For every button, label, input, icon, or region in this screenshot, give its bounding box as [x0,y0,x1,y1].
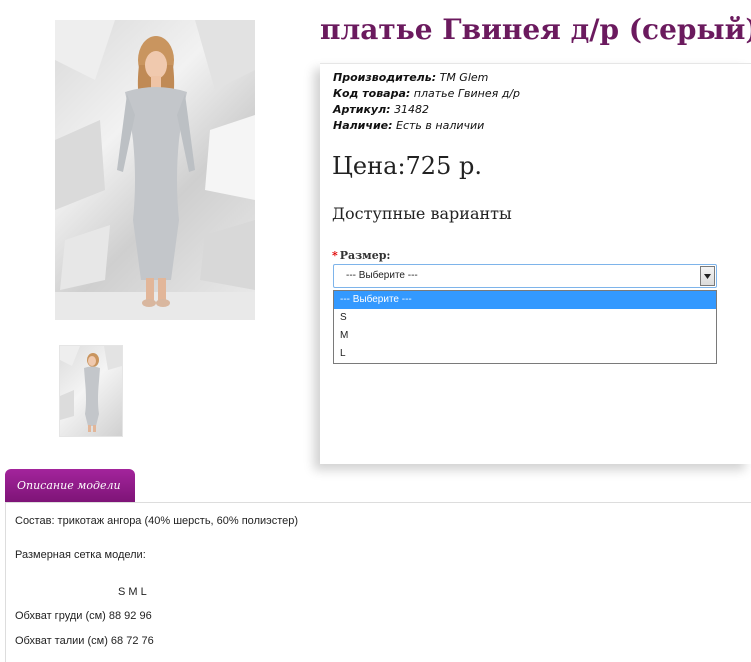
size-grid-header: S M L [118,586,147,598]
spec-value: TM Glem [439,71,489,84]
size-select[interactable]: --- Выберите --- [333,264,717,288]
spec-availability: Наличие: Есть в наличии [333,118,520,134]
size-option-m[interactable]: M [334,327,716,345]
size-label-text: Размер: [339,249,391,262]
product-info-panel: Производитель: TM Glem Код товара: плать… [320,63,751,464]
product-main-image[interactable] [55,20,255,320]
size-field-label: * Размер: [332,249,391,262]
size-grid-title: Размерная сетка модели: [15,549,146,561]
triangle-down-icon-shape [704,273,711,279]
product-title: платье Гвинея д/р (серый) [320,13,751,46]
variants-heading: Доступные варианты [332,204,512,223]
description-panel: Состав: трикотаж ангора (40% шерсть, 60%… [5,502,751,662]
composition-text: Состав: трикотаж ангора (40% шерсть, 60%… [15,515,299,527]
spec-value: Есть в наличии [396,119,485,132]
tab-description-label: Описание модели [17,479,121,492]
required-marker: * [332,249,338,262]
product-thumbnail[interactable] [59,345,123,437]
spec-manufacturer: Производитель: TM Glem [333,70,520,86]
model-photo-illustration [55,20,255,320]
spec-key: Артикул: [333,103,391,116]
size-option-l[interactable]: L [334,345,716,363]
triangle-down-icon[interactable] [700,266,715,286]
size-grid-row: Обхват груди (см) 88 92 96 [15,610,152,622]
tab-description[interactable]: Описание модели [5,469,135,502]
size-option-s[interactable]: S [334,309,716,327]
model-thumbnail-illustration [60,346,122,432]
spec-product-code: Код товара: платье Гвинея д/р [333,86,520,102]
size-grid-row: Обхват талии (см) 68 72 76 [15,635,154,647]
spec-key: Код товара: [333,87,411,100]
spec-key: Наличие: [333,119,393,132]
size-dropdown-list: --- Выберите --- S M L [333,290,717,364]
product-specs: Производитель: TM Glem Код товара: плать… [333,70,520,134]
spec-value: 31482 [394,103,430,116]
spec-sku: Артикул: 31482 [333,102,520,118]
size-option-placeholder[interactable]: --- Выберите --- [334,291,716,309]
product-price: Цена:725 р. [332,152,482,180]
spec-value: платье Гвинея д/р [413,87,521,100]
size-select-value: --- Выберите --- [346,270,418,281]
spec-key: Производитель: [333,71,437,84]
